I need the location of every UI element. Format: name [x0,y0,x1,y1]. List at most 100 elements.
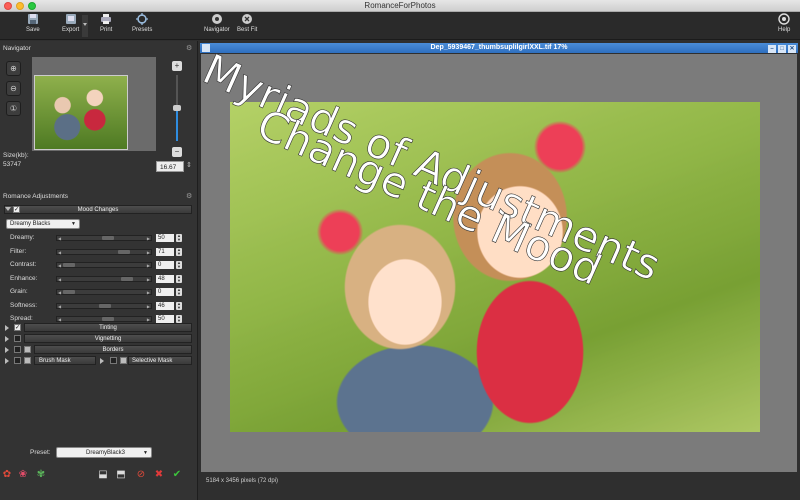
navigator-thumbnail[interactable] [34,75,128,150]
zoom-stepper-icon[interactable]: ⇕ [186,162,194,170]
adjustment-slider[interactable]: ◀ ▶ [56,248,152,255]
increase-arrow-icon[interactable]: ▶ [147,236,150,241]
apply-icon[interactable]: ✔ [170,468,184,482]
zoom-slider-knob[interactable] [173,105,181,111]
help-button[interactable]: Help [778,13,790,33]
slider-value-field[interactable]: 0 [156,288,174,296]
increase-arrow-icon[interactable]: ▶ [147,263,150,268]
vignetting-checkbox[interactable] [14,335,21,342]
adjustment-slider[interactable]: ◀ ▶ [56,275,152,282]
decrease-arrow-icon[interactable]: ◀ [58,277,61,282]
export-button[interactable]: Export [62,13,79,33]
selective-mask-checkbox[interactable] [110,357,117,364]
zoom-value-field[interactable]: 16.67 [156,161,184,172]
adjustment-slider[interactable]: ◀ ▶ [56,289,152,295]
navigator-preview[interactable] [32,57,156,151]
slider-value-field[interactable]: 71 [156,247,174,256]
slider-value-field[interactable]: 48 [156,274,174,283]
decrease-arrow-icon[interactable]: ◀ [58,236,61,241]
slider-thumb[interactable] [120,276,133,281]
increase-arrow-icon[interactable]: ▶ [147,277,150,282]
slider-value-field[interactable]: 50 [156,234,174,242]
slider-value-field[interactable]: 0 [156,261,174,269]
minimize-doc-icon[interactable]: – [768,45,776,53]
increase-arrow-icon[interactable]: ▶ [147,304,150,309]
actual-size-button[interactable]: ① [6,101,21,116]
value-stepper-icon[interactable]: ▲ ▼ [176,234,182,242]
navigator-button[interactable]: Navigator [204,13,230,33]
best-fit-button[interactable]: Best Fit [237,13,257,33]
decrease-arrow-icon[interactable]: ◀ [58,317,61,322]
mood-preset-select[interactable]: Dreamy Blacks ▼ [6,219,80,229]
photo[interactable] [230,102,760,432]
slider-thumb[interactable] [102,236,114,240]
flower-red-icon[interactable]: ✿ [0,468,14,482]
decrease-arrow-icon[interactable]: ◀ [58,250,61,255]
mood-changes-header[interactable]: Mood Changes [4,205,192,214]
brush-mask-header[interactable]: Brush Mask [34,356,96,365]
reset-icon[interactable]: ⊘ [134,468,148,482]
slider-thumb[interactable] [63,263,75,267]
slider-thumb[interactable] [118,249,131,254]
adjustment-slider[interactable]: ◀ ▶ [56,235,152,241]
increase-arrow-icon[interactable]: ▶ [147,290,150,295]
zoom-plus-icon[interactable]: + [172,61,182,71]
zoom-slider[interactable]: + − [172,61,182,157]
document-menu-icon[interactable] [202,44,210,52]
vignetting-expand-icon[interactable] [5,336,9,342]
borders-checkbox[interactable] [14,346,21,353]
value-stepper-icon[interactable]: ▲ ▼ [176,301,182,310]
zoom-minus-icon[interactable]: − [172,147,182,157]
borders-expand-icon[interactable] [5,347,9,353]
image-canvas[interactable] [201,54,797,472]
adjustment-slider[interactable]: ◀ ▶ [56,262,152,268]
status-dimensions: 5184 x 3456 pixels (72 dpi) [206,478,279,484]
value-stepper-icon[interactable]: ▲ ▼ [176,274,182,283]
zoom-out-button[interactable]: ⊖ [6,81,21,96]
increase-arrow-icon[interactable]: ▶ [147,317,150,322]
zoom-in-button[interactable]: ⊕ [6,61,21,76]
value-stepper-icon[interactable]: ▲ ▼ [176,261,182,269]
flower-pink-icon[interactable]: ❀ [16,468,30,482]
save-button[interactable]: Save [26,13,40,33]
vignetting-header[interactable]: Vignetting [24,334,192,343]
increase-arrow-icon[interactable]: ▶ [147,250,150,255]
slider-label: Softness: [10,301,38,309]
adjustment-slider[interactable]: ◀ ▶ [56,302,152,309]
adjustments-options-icon[interactable]: ⚙ [186,193,194,201]
tinting-expand-icon[interactable] [5,325,9,331]
flower-green-icon[interactable]: ✾ [34,468,48,482]
mood-checkbox[interactable]: ✓ [13,206,20,213]
tinting-header[interactable]: Tinting [24,323,192,332]
print-button[interactable]: Print [100,13,112,33]
brush-mask-checkbox[interactable] [14,357,21,364]
slider-value-field[interactable]: 50 [156,315,174,323]
value-stepper-icon[interactable]: ▲ ▼ [176,288,182,296]
cancel-icon[interactable]: ✖ [152,468,166,482]
load-preset-icon[interactable]: ⬓ [96,468,110,482]
mood-expand-icon[interactable] [5,207,11,211]
decrease-arrow-icon[interactable]: ◀ [58,304,61,309]
size-label: Size(kb): [3,152,29,159]
maximize-doc-icon[interactable]: □ [778,45,786,53]
value-stepper-icon[interactable]: ▲ ▼ [176,247,182,256]
selective-mask-header[interactable]: Selective Mask [128,356,192,365]
tinting-checkbox[interactable]: ✓ [14,324,21,331]
decrease-arrow-icon[interactable]: ◀ [58,290,61,295]
decrease-arrow-icon[interactable]: ◀ [58,263,61,268]
selective-mask-expand-icon[interactable] [100,358,104,364]
slider-thumb[interactable] [102,317,114,321]
brush-mask-expand-icon[interactable] [5,358,9,364]
slider-thumb[interactable] [98,303,111,308]
navigator-options-icon[interactable]: ⚙ [186,45,194,53]
value-stepper-icon[interactable]: ▲ ▼ [176,315,182,323]
slider-thumb[interactable] [63,290,75,294]
preset-select[interactable]: DreamyBlack3 ▼ [56,447,152,458]
close-doc-icon[interactable]: ✕ [788,45,796,53]
save-preset-icon[interactable]: ⬒ [114,468,128,482]
slider-value-field[interactable]: 46 [156,301,174,310]
presets-button[interactable]: Presets [132,13,152,33]
borders-header[interactable]: Borders [34,345,192,354]
adjustment-slider[interactable]: ◀ ▶ [56,316,152,322]
export-dropdown-icon[interactable] [82,15,88,37]
